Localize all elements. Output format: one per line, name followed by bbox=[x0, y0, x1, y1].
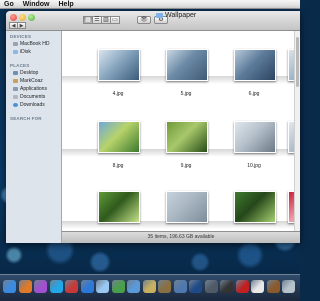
sidebar-item-label: Applications bbox=[20, 86, 47, 92]
mobileme-icon[interactable] bbox=[96, 280, 109, 293]
photo-booth-icon[interactable] bbox=[65, 280, 78, 293]
coverflow-view-button[interactable]: ▭ bbox=[110, 16, 120, 24]
documents-icon bbox=[13, 95, 18, 99]
applications-icon bbox=[13, 87, 18, 91]
flash-icon[interactable] bbox=[235, 280, 249, 293]
sidebar: DEVICES MacBook HD iDisk PLACES Desktop … bbox=[6, 31, 62, 243]
downloads-icon bbox=[13, 103, 18, 107]
hard-drive-icon bbox=[13, 42, 18, 46]
sidebar-item-desktop[interactable]: Desktop bbox=[6, 69, 61, 77]
window-title: Wallpaper bbox=[156, 12, 196, 19]
itunes-store-icon[interactable] bbox=[80, 280, 94, 293]
pages-icon[interactable] bbox=[251, 280, 264, 293]
photoshop-icon[interactable] bbox=[189, 280, 202, 293]
menu-bar: Go Window Help bbox=[0, 0, 300, 9]
menu-help[interactable]: Help bbox=[59, 1, 74, 8]
dock bbox=[0, 274, 300, 301]
mail-icon[interactable] bbox=[127, 280, 140, 293]
home-icon bbox=[13, 79, 18, 83]
file-name-label: 9.jpg bbox=[180, 163, 192, 169]
file-name-label: 6.jpg bbox=[248, 91, 260, 97]
finder-icon[interactable] bbox=[3, 280, 16, 293]
sidebar-item-idisk[interactable]: iDisk bbox=[6, 48, 61, 56]
quick-look-button[interactable]: 👁 bbox=[137, 16, 151, 24]
sidebar-item-downloads[interactable]: Downloads bbox=[6, 101, 61, 109]
sidebar-header-places: PLACES bbox=[10, 63, 30, 68]
file-thumbnail[interactable] bbox=[234, 49, 276, 81]
vertical-scrollbar[interactable] bbox=[294, 31, 300, 231]
file-thumbnail[interactable] bbox=[166, 121, 208, 153]
menu-window[interactable]: Window bbox=[23, 1, 50, 8]
trash-icon[interactable] bbox=[282, 280, 295, 293]
idisk-icon bbox=[13, 50, 18, 54]
firefox-icon[interactable] bbox=[18, 280, 32, 293]
sidebar-item-home[interactable]: MarkCoaz bbox=[6, 77, 61, 85]
file-name-label: 8.jpg bbox=[112, 163, 124, 169]
garageband-icon[interactable] bbox=[158, 280, 171, 293]
minimize-button[interactable] bbox=[19, 14, 26, 21]
zoom-button[interactable] bbox=[28, 14, 35, 21]
file-thumbnail[interactable] bbox=[98, 121, 140, 153]
sidebar-item-applications[interactable]: Applications bbox=[6, 85, 61, 93]
sidebar-item-documents[interactable]: Documents bbox=[6, 93, 61, 101]
file-thumbnail[interactable] bbox=[234, 191, 276, 223]
folder-icon bbox=[156, 13, 163, 18]
desktop-icon bbox=[13, 71, 18, 75]
file-thumbnail[interactable] bbox=[166, 49, 208, 81]
skype-icon[interactable] bbox=[49, 280, 63, 293]
sidebar-item-label: MacBook HD bbox=[20, 41, 50, 47]
menu-go[interactable]: Go bbox=[4, 1, 14, 8]
file-name-label: 4.jpg bbox=[112, 91, 124, 97]
file-thumbnail[interactable] bbox=[166, 191, 208, 223]
finder-window: ◀ ▶ ▦ ☰ ▥ ▭ 👁 ⚙ Wallpaper DEVICES MacBoo… bbox=[6, 11, 300, 243]
file-thumbnail[interactable] bbox=[98, 191, 140, 223]
status-bar: 35 items, 196.63 GB available bbox=[62, 231, 300, 243]
file-name-label: 5.jpg bbox=[180, 91, 192, 97]
file-name-label: 10.jpg bbox=[247, 163, 261, 169]
sidebar-item-label: iDisk bbox=[20, 49, 31, 55]
window-titlebar: ◀ ▶ ▦ ☰ ▥ ▭ 👁 ⚙ Wallpaper bbox=[6, 11, 300, 31]
eye-icon: 👁 bbox=[140, 17, 148, 23]
clapperboard-icon[interactable] bbox=[220, 280, 233, 293]
itunes-icon[interactable] bbox=[34, 280, 47, 293]
scrollbar-thumb[interactable] bbox=[296, 37, 299, 87]
sidebar-item-label: MarkCoaz bbox=[20, 78, 43, 84]
preview-icon[interactable] bbox=[173, 280, 187, 293]
file-thumbnail[interactable] bbox=[98, 49, 140, 81]
file-thumbnail[interactable] bbox=[234, 121, 276, 153]
forward-button[interactable]: ▶ bbox=[17, 22, 26, 29]
sidebar-header-search-for: SEARCH FOR bbox=[10, 116, 42, 121]
window-title-text: Wallpaper bbox=[165, 12, 197, 19]
iphoto-icon[interactable] bbox=[142, 280, 156, 293]
close-button[interactable] bbox=[10, 14, 17, 21]
view-switcher: ▦ ☰ ▥ ▭ bbox=[83, 16, 120, 24]
file-icon-grid: 4.jpg5.jpg6.jpg8.jpg9.jpg10.jpg12.jpg13.… bbox=[62, 31, 300, 231]
camera-icon[interactable] bbox=[204, 280, 218, 293]
plant-icon[interactable] bbox=[111, 280, 125, 293]
sidebar-item-label: Documents bbox=[20, 94, 46, 100]
sidebar-item-macbook-hd[interactable]: MacBook HD bbox=[6, 40, 61, 48]
sidebar-header-devices: DEVICES bbox=[10, 34, 32, 39]
book-icon[interactable] bbox=[266, 280, 280, 293]
sidebar-item-label: Desktop bbox=[20, 70, 39, 76]
sidebar-item-label: Downloads bbox=[20, 102, 45, 108]
